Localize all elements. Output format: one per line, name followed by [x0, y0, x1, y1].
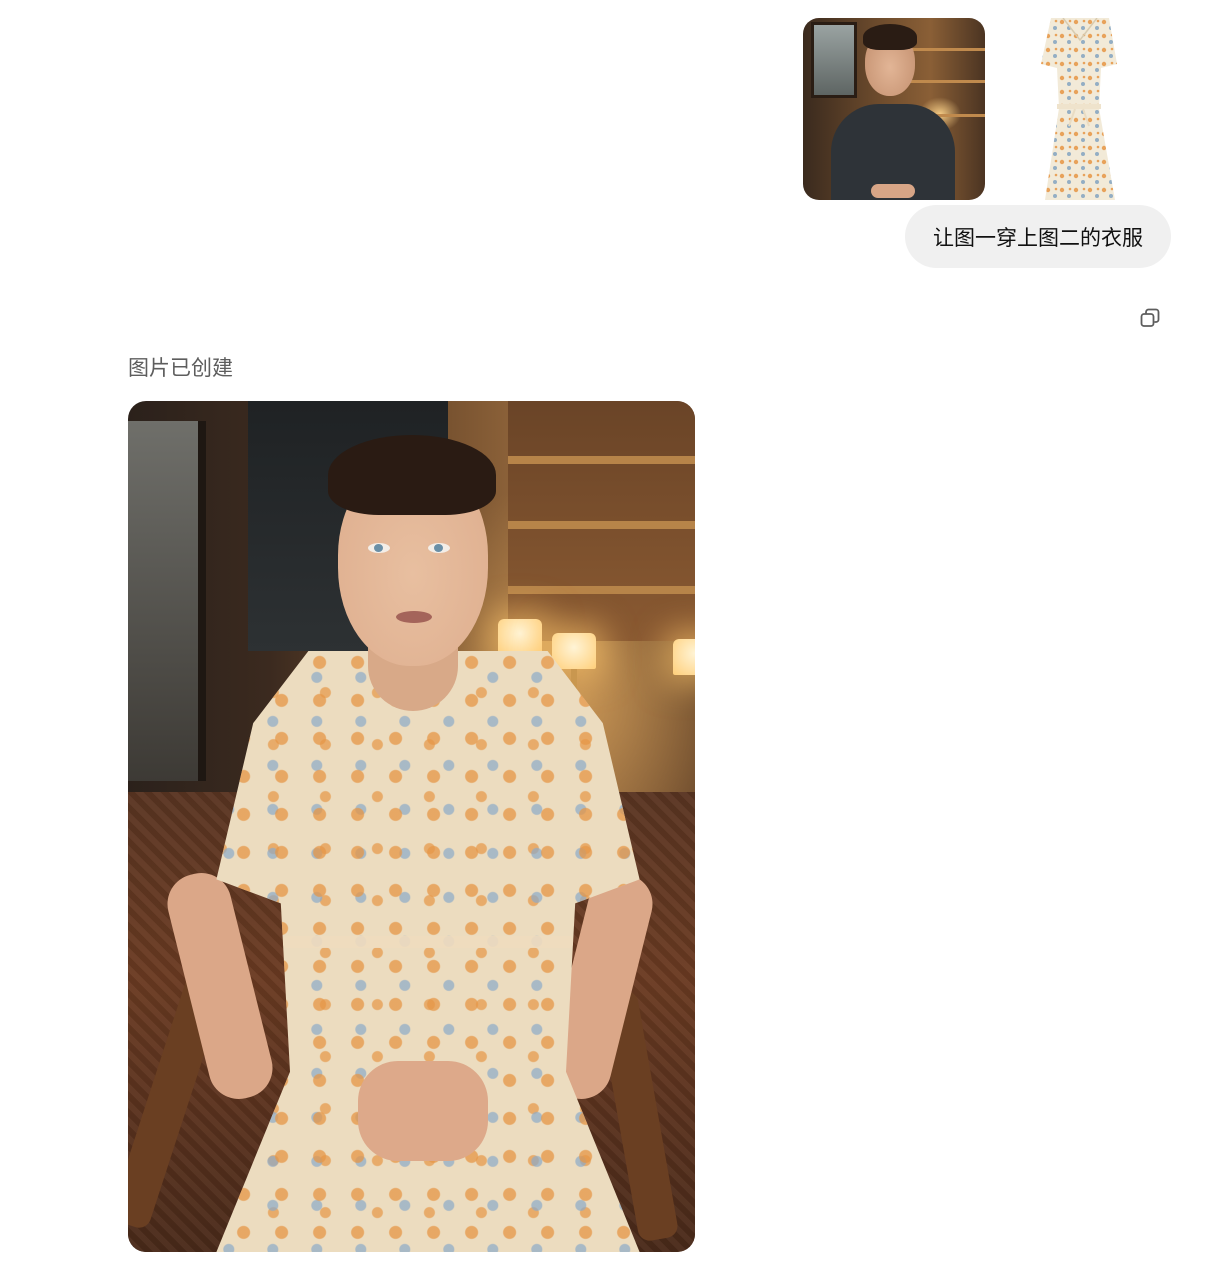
user-message-text: 让图一穿上图二的衣服 — [933, 225, 1143, 250]
hair — [328, 435, 496, 515]
thumb-hands — [871, 184, 915, 198]
copy-icon — [1140, 308, 1160, 327]
thumb-window — [811, 22, 857, 98]
thumb-shelf — [903, 80, 985, 83]
generated-image[interactable] — [128, 401, 695, 1252]
background-window — [128, 421, 206, 781]
attachment-thumbnail-dress[interactable] — [989, 18, 1171, 200]
mouth — [396, 611, 432, 623]
bookshelf-plank — [508, 586, 695, 594]
clasped-hands — [358, 1061, 488, 1161]
table-lamp — [552, 633, 596, 669]
attachment-thumbnail-person[interactable] — [803, 18, 985, 200]
copy-button[interactable] — [1134, 302, 1166, 334]
right-eye — [428, 543, 450, 553]
user-message-bubble: 让图一穿上图二的衣服 — [905, 205, 1171, 268]
left-eye — [368, 543, 390, 553]
dress-image — [1041, 18, 1117, 200]
table-lamp — [498, 619, 542, 655]
user-attachments — [803, 18, 1171, 200]
table-lamp — [673, 639, 695, 675]
thumb-shelf — [903, 48, 985, 51]
bookshelf-plank — [508, 521, 695, 529]
dress-belt — [283, 936, 573, 948]
image-created-status: 图片已创建 — [128, 356, 233, 380]
bookshelf-plank — [508, 456, 695, 464]
thumb-hair — [863, 24, 917, 50]
